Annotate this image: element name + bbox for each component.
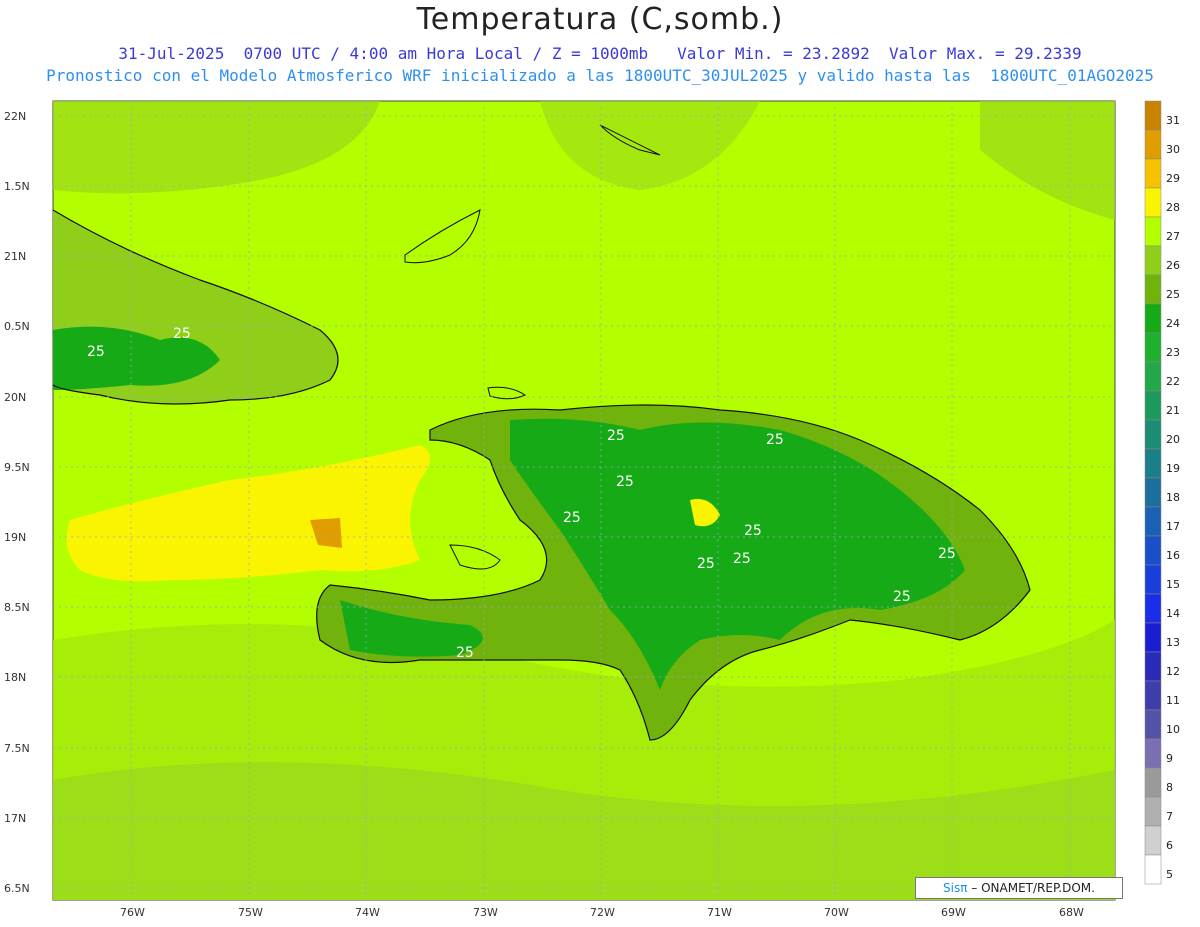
contour-label: 25 xyxy=(607,428,625,444)
colorbar-label: 21 xyxy=(1166,404,1180,417)
contour-label: 25 xyxy=(173,326,191,342)
colorbar-swatch xyxy=(1144,622,1162,653)
colorbar-label: 10 xyxy=(1166,723,1180,736)
colorbar-label: 5 xyxy=(1166,868,1173,881)
colorbar-label: 18 xyxy=(1166,491,1180,504)
colorbar-swatch xyxy=(1144,187,1162,218)
colorbar-swatch xyxy=(1144,564,1162,595)
contour-label: 25 xyxy=(938,546,956,562)
colorbar-swatch xyxy=(1144,245,1162,276)
colorbar-swatch xyxy=(1144,361,1162,392)
lon-label: 75W xyxy=(238,906,263,919)
lat-label: 19N xyxy=(4,531,26,544)
colorbar-label: 6 xyxy=(1166,839,1173,852)
lat-label: 0.5N xyxy=(4,320,30,333)
colorbar-label: 12 xyxy=(1166,665,1180,678)
contour-label: 25 xyxy=(766,432,784,448)
credit-text: – ONAMET/REP.DOM. xyxy=(967,881,1095,895)
colorbar-swatch xyxy=(1144,680,1162,711)
colorbar-label: 24 xyxy=(1166,317,1180,330)
longitude-axis: 76W 75W 74W 73W 72W 71W 70W 69W 68W xyxy=(120,906,1084,919)
credit-box: Sisπ – ONAMET/REP.DOM. xyxy=(915,877,1123,899)
lon-label: 70W xyxy=(824,906,849,919)
contour-label: 25 xyxy=(697,556,715,572)
lat-label: 6.5N xyxy=(4,882,30,895)
colorbar-label: 27 xyxy=(1166,230,1180,243)
contour-label: 25 xyxy=(616,474,634,490)
colorbar-swatch xyxy=(1144,390,1162,421)
colorbar-label: 31 xyxy=(1166,114,1180,127)
colorbar-swatch xyxy=(1144,506,1162,537)
colorbar-swatch xyxy=(1144,709,1162,740)
lat-label: 22N xyxy=(4,110,26,123)
lat-label: 21N xyxy=(4,250,26,263)
colorbar-label: 23 xyxy=(1166,346,1180,359)
colorbar-swatch xyxy=(1144,303,1162,334)
colorbar-swatch xyxy=(1144,651,1162,682)
lat-label: 18N xyxy=(4,671,26,684)
colorbar-swatch xyxy=(1144,593,1162,624)
colorbar-swatch xyxy=(1144,158,1162,189)
colorbar-label: 25 xyxy=(1166,288,1180,301)
credit-brand: Sisπ xyxy=(943,881,968,895)
colorbar-label: 15 xyxy=(1166,578,1180,591)
colorbar-label: 22 xyxy=(1166,375,1180,388)
lat-label: 1.5N xyxy=(4,180,30,193)
contour-label: 25 xyxy=(456,645,474,661)
colorbar-swatch xyxy=(1144,448,1162,479)
colorbar-swatch xyxy=(1144,332,1162,363)
colorbar-label: 26 xyxy=(1166,259,1180,272)
colorbar-swatch xyxy=(1144,535,1162,566)
colorbar-label: 14 xyxy=(1166,607,1180,620)
colorbar-swatch xyxy=(1144,796,1162,827)
lon-label: 71W xyxy=(707,906,732,919)
colorbar-swatch xyxy=(1144,477,1162,508)
lon-label: 73W xyxy=(473,906,498,919)
colorbar-label: 9 xyxy=(1166,752,1173,765)
colorbar-swatch xyxy=(1144,274,1162,305)
lon-label: 72W xyxy=(590,906,615,919)
colorbar-legend: 31 30 29 28 27 26 25 24 23 22 21 20 19 18 17 16 15 14 13 12… xyxy=(1144,100,1180,885)
contour-label: 25 xyxy=(563,510,581,526)
lon-label: 68W xyxy=(1059,906,1084,919)
colorbar-label: 11 xyxy=(1166,694,1180,707)
colorbar-label: 17 xyxy=(1166,520,1180,533)
lon-label: 69W xyxy=(941,906,966,919)
colorbar-swatch xyxy=(1144,129,1162,160)
colorbar-label: 7 xyxy=(1166,810,1173,823)
lon-label: 74W xyxy=(355,906,380,919)
colorbar-swatch xyxy=(1144,100,1162,131)
colorbar-swatch xyxy=(1144,419,1162,450)
latitude-axis: 22N 1.5N 21N 0.5N 20N 9.5N 19N 8.5N 18N … xyxy=(4,110,30,895)
contour-label: 25 xyxy=(733,551,751,567)
colorbar-label: 28 xyxy=(1166,201,1180,214)
lat-label: 20N xyxy=(4,391,26,404)
colorbar-swatch xyxy=(1144,854,1162,885)
colorbar-label: 13 xyxy=(1166,636,1180,649)
contour-label: 25 xyxy=(744,523,762,539)
colorbar-label: 16 xyxy=(1166,549,1180,562)
lat-label: 17N xyxy=(4,812,26,825)
contour-label: 25 xyxy=(893,589,911,605)
temperature-map: 25 25 25 25 25 25 25 25 25 25 25 25 22N … xyxy=(4,100,1180,919)
colorbar-label: 19 xyxy=(1166,462,1180,475)
colorbar-label: 8 xyxy=(1166,781,1173,794)
colorbar-swatch xyxy=(1144,216,1162,247)
contour-label: 25 xyxy=(87,344,105,360)
lon-label: 76W xyxy=(120,906,145,919)
lat-label: 7.5N xyxy=(4,742,30,755)
colorbar-label: 29 xyxy=(1166,172,1180,185)
lat-label: 8.5N xyxy=(4,601,30,614)
colorbar-label: 30 xyxy=(1166,143,1180,156)
map-plot-area: 25 25 25 25 25 25 25 25 25 25 25 25 xyxy=(52,100,1116,901)
colorbar-swatch xyxy=(1144,738,1162,769)
lat-label: 9.5N xyxy=(4,461,30,474)
colorbar-swatch xyxy=(1144,825,1162,856)
colorbar-label: 20 xyxy=(1166,433,1180,446)
colorbar-swatch xyxy=(1144,767,1162,798)
